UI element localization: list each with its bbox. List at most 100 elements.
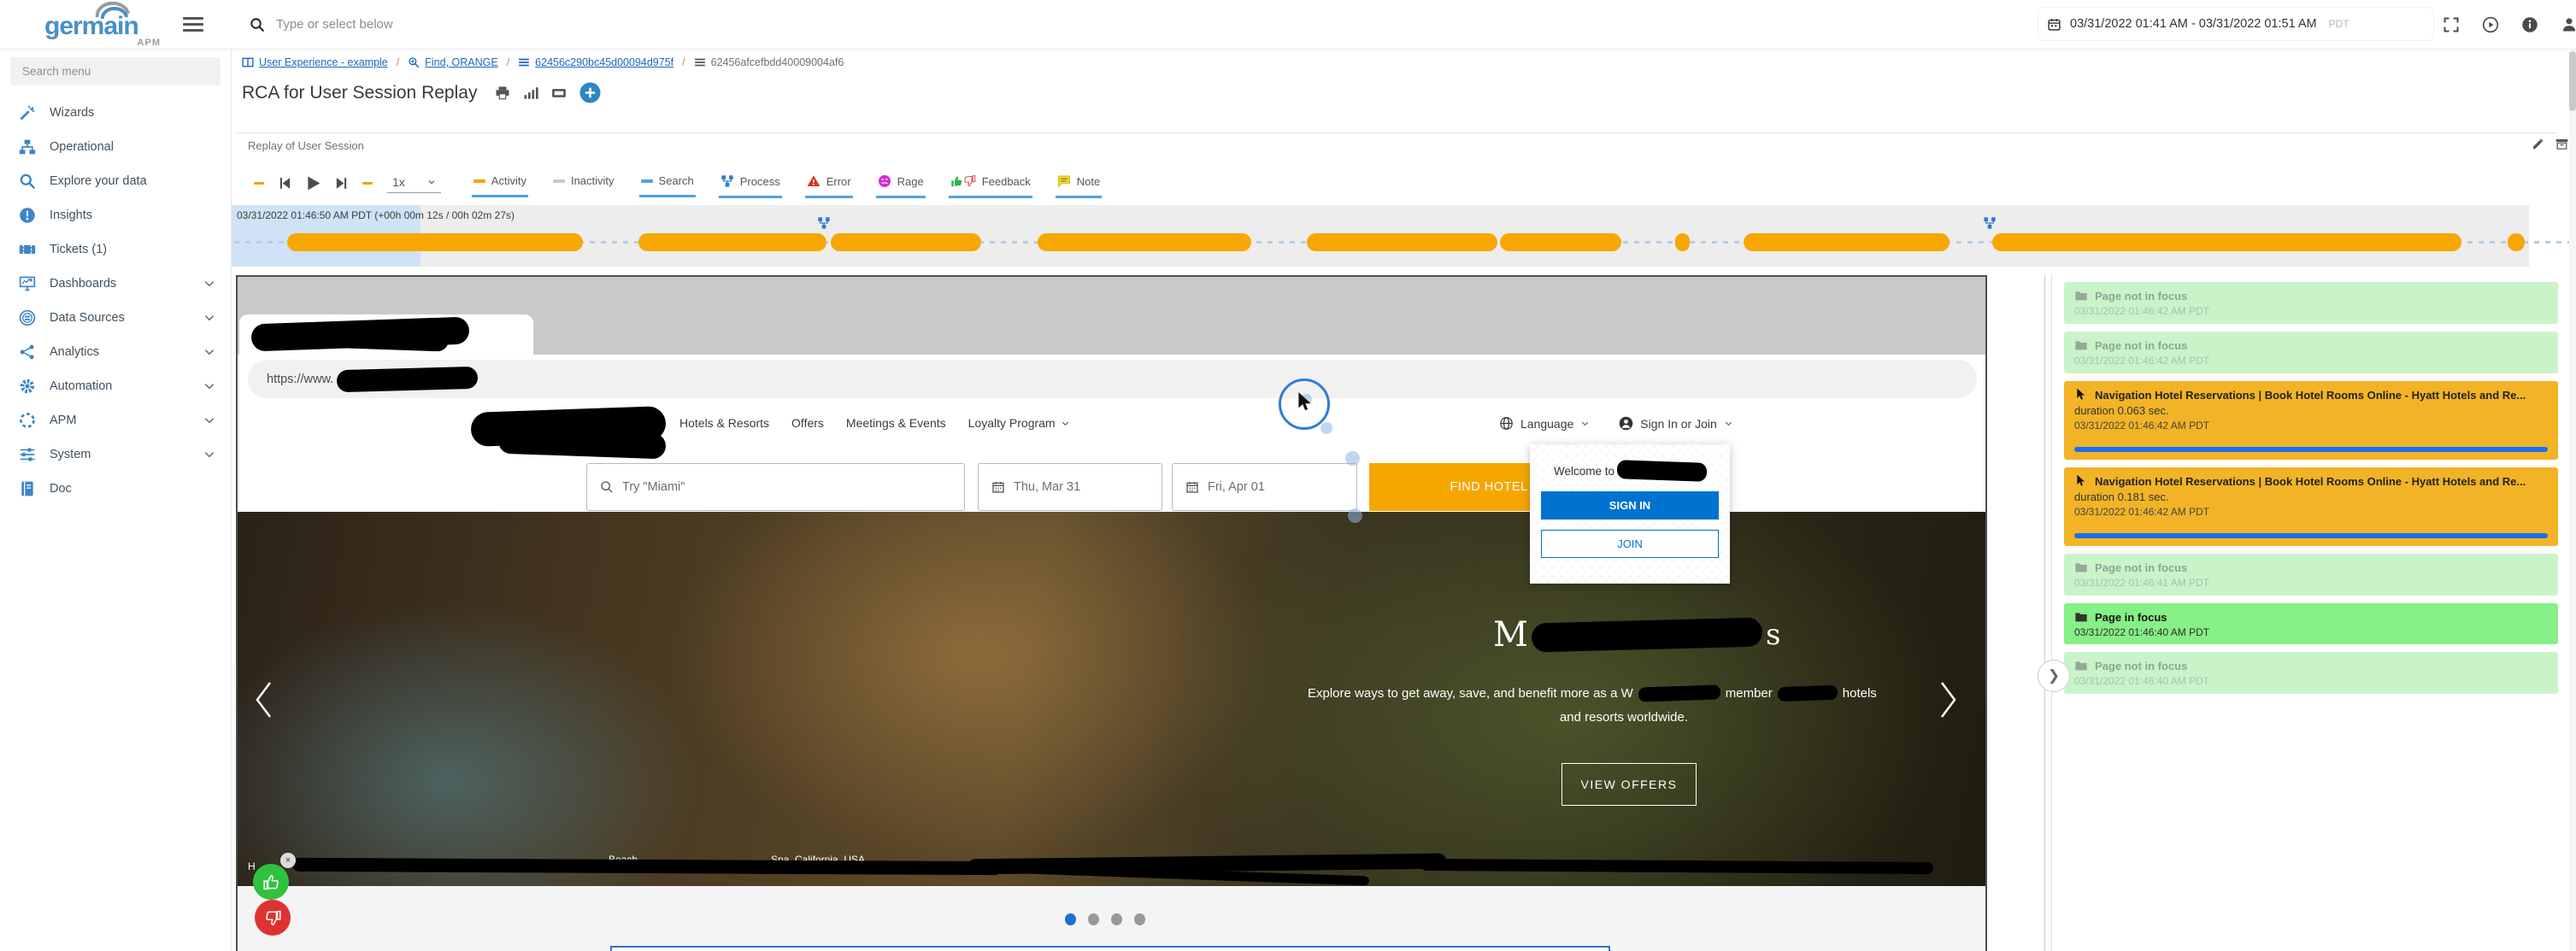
carousel-prev-icon[interactable] [253, 680, 273, 719]
carousel-dot[interactable] [1111, 913, 1122, 925]
event-title: Page not in focus [2095, 339, 2187, 352]
sidebar-item-dashboards[interactable]: Dashboards [0, 267, 231, 301]
legend-toggle-activity[interactable]: Activity [472, 167, 528, 197]
breadcrumb-item[interactable]: User Experience - example [242, 56, 388, 68]
legend-toggle-error[interactable]: Error [805, 167, 853, 198]
skip-to-end-button[interactable] [334, 176, 349, 191]
legend-toggle-note[interactable]: Note [1056, 167, 1102, 198]
feedback-thumbs-down-button[interactable] [255, 900, 291, 936]
timeline-activity-segment[interactable] [1038, 233, 1251, 251]
chart-bars-icon[interactable] [523, 85, 538, 101]
add-button[interactable] [579, 82, 601, 103]
event-timestamp: 03/31/2022 01:46:40 AM PDT [2074, 675, 2548, 687]
sidebar-item-explore-your-data[interactable]: Explore your data [0, 164, 231, 198]
global-search-input[interactable]: Type or select below [250, 0, 393, 49]
sidebar-item-label: Dashboards [50, 277, 116, 291]
sidebar-search-input[interactable]: Search menu [10, 57, 221, 85]
germain-apm-logo[interactable]: germain APM [44, 5, 156, 44]
event-card-page-not-focus[interactable]: Page not in focus03/31/2022 01:46:42 AM … [2064, 332, 2558, 373]
timeline-activity-segment[interactable] [287, 233, 583, 251]
sidebar-item-apm[interactable]: APM [0, 403, 231, 437]
panel-splitter[interactable] [2051, 275, 2052, 951]
join-button[interactable]: JOIN [1541, 530, 1719, 558]
checkout-date-field[interactable]: Fri, Apr 01 [1172, 463, 1357, 511]
legend-toggle-rage[interactable]: Rage [876, 167, 926, 198]
event-timestamp: 03/31/2022 01:46:42 AM PDT [2074, 305, 2548, 317]
nav-hotels-resorts[interactable]: Hotels & Resorts [679, 416, 769, 430]
chevron-down-icon [203, 312, 215, 324]
print-icon[interactable] [495, 85, 510, 101]
timeline-activity-segment[interactable] [2508, 233, 2524, 251]
panel-splitter[interactable] [2044, 275, 2045, 951]
sign-in-button[interactable]: SIGN IN [1541, 491, 1719, 520]
sidebar-item-system[interactable]: System [0, 437, 231, 472]
event-card-page-not-focus[interactable]: Page not in focus03/31/2022 01:46:41 AM … [2064, 554, 2558, 596]
timeline-activity-segment[interactable] [1500, 233, 1622, 251]
legend-toggle-search[interactable]: Search [639, 167, 696, 197]
nav-meetings-events[interactable]: Meetings & Events [846, 416, 946, 430]
carousel-dot[interactable] [1088, 913, 1099, 925]
process-marker-icon[interactable] [817, 216, 831, 230]
timeline[interactable]: 03/31/2022 01:46:50 AM PDT (+00h 00m 12s… [231, 205, 2576, 267]
breadcrumb-item[interactable]: Find, ORANGE [408, 56, 497, 68]
event-timestamp: 03/31/2022 01:46:42 AM PDT [2074, 506, 2548, 518]
playback-speed-select[interactable]: 1x [387, 173, 441, 193]
timeline-activity-segment[interactable] [1307, 233, 1497, 251]
feedback-thumbs-up-button[interactable] [253, 864, 289, 900]
process-marker-icon[interactable] [1983, 216, 1997, 230]
sidebar-item-analytics[interactable]: Analytics [0, 335, 231, 369]
ticket-icon[interactable] [551, 85, 567, 101]
scrollbar-thumb[interactable] [2569, 51, 2576, 111]
event-card-page-not-focus[interactable]: Page not in focus 03/31/2022 01:46:42 AM … [2064, 282, 2558, 324]
sidebar-item-doc[interactable]: Doc [0, 472, 231, 506]
legend-toggle-feedback[interactable]: Feedback [949, 167, 1032, 198]
archive-icon[interactable] [2555, 138, 2568, 150]
fullscreen-icon[interactable] [2443, 16, 2460, 33]
sidebar-item-automation[interactable]: Automation [0, 369, 231, 403]
skip-to-start-button[interactable] [278, 176, 292, 191]
view-offers-button[interactable]: VIEW OFFERS [1561, 763, 1697, 806]
chevron-down-icon [427, 178, 436, 186]
checkin-date-field[interactable]: Thu, Mar 31 [978, 463, 1162, 511]
date-range-picker[interactable]: 03/31/2022 01:41 AM - 03/31/2022 01:51 A… [2038, 7, 2434, 41]
sidebar-item-insights[interactable]: Insights [0, 198, 231, 232]
browser-tab[interactable] [239, 314, 533, 355]
timeline-activity-segment[interactable] [1744, 233, 1950, 251]
edit-pencil-icon[interactable] [2532, 138, 2544, 150]
url-field[interactable]: https://www. [248, 360, 1977, 398]
event-card-page-not-focus[interactable]: Page not in focus03/31/2022 01:46:40 AM … [2064, 652, 2558, 694]
user-icon[interactable] [2561, 16, 2576, 33]
nav-loyalty-program[interactable]: Loyalty Program [968, 416, 1070, 430]
sidebar-item-tickets-1[interactable]: Tickets (1) [0, 232, 231, 267]
sign-in-or-join-menu[interactable]: Sign In or Join [1619, 416, 1733, 431]
event-title: Page not in focus [2095, 561, 2187, 574]
sidebar-item-wizards[interactable]: Wizards [0, 96, 231, 130]
sidebar-item-label: APM [50, 414, 76, 427]
event-card-navigation[interactable]: Navigation Hotel Reservations | Book Hot… [2064, 467, 2558, 546]
collapse-panel-button[interactable]: ❯ [2038, 660, 2070, 692]
nav-offers[interactable]: Offers [791, 416, 824, 430]
carousel-dot[interactable] [1134, 913, 1145, 925]
sidebar-collapse-icon[interactable] [183, 17, 203, 35]
legend-toggle-inactivity[interactable]: Inactivity [551, 167, 616, 197]
scrollbar[interactable] [2569, 49, 2576, 951]
timeline-activity-segment[interactable] [638, 233, 826, 251]
event-card-navigation[interactable]: Navigation Hotel Reservations | Book Hot… [2064, 381, 2558, 460]
destination-search-input[interactable]: Try "Miami" [586, 463, 965, 511]
timeline-activity-segment[interactable] [1992, 233, 2461, 251]
timeline-activity-segment[interactable] [1675, 233, 1689, 251]
sidebar-item-operational[interactable]: Operational [0, 130, 231, 164]
legend-toggle-process[interactable]: Process [719, 167, 782, 198]
breadcrumb-item[interactable]: 62456c290bc45d00094d975f [518, 56, 673, 68]
event-title: Page not in focus [2095, 290, 2187, 302]
language-menu[interactable]: Language [1499, 416, 1590, 431]
timeline-activity-segment[interactable] [831, 233, 981, 251]
info-icon[interactable] [2521, 16, 2538, 33]
event-card-page-focus[interactable]: Page in focus03/31/2022 01:46:40 AM PDT [2064, 603, 2558, 644]
carousel-dot-active[interactable] [1065, 913, 1076, 925]
chevron-down-icon [1724, 419, 1733, 428]
sidebar-item-data-sources[interactable]: Data Sources [0, 301, 231, 335]
play-circle-icon[interactable] [2482, 16, 2499, 33]
play-button[interactable] [304, 174, 322, 192]
close-icon[interactable]: × [280, 853, 296, 868]
